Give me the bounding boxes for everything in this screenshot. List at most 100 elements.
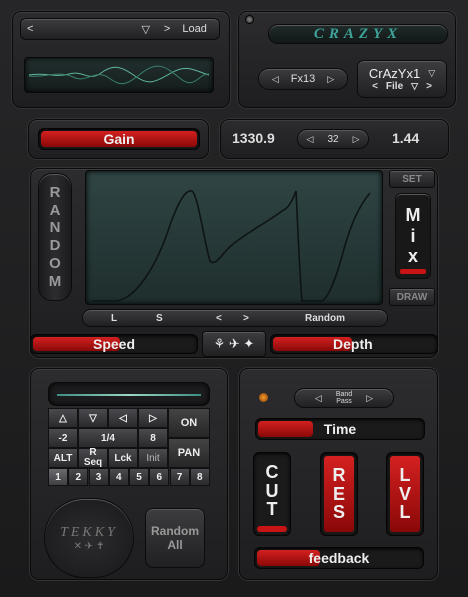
file-selector[interactable]: CrAzYx1 ▽ < File ▽ > [357,60,447,98]
fx-selector[interactable]: ◁ Fx13 ▷ [258,68,348,90]
seq-step-7-button[interactable]: 7 [169,468,190,486]
filter-led [259,393,268,402]
seq-quarter-button[interactable]: 1/4 [78,428,138,448]
seq-on-button[interactable]: ON [168,408,210,438]
stepper-next-button[interactable]: ▷ [353,134,360,145]
seq-right-button[interactable]: ▷ [138,408,168,428]
seq-step-5-button[interactable]: 5 [129,468,149,486]
logo-text: CRAZYX [313,25,403,42]
lvl-letter: V [398,483,411,504]
preset-selector[interactable]: < ▽ > Load [20,18,220,40]
band-prev-button[interactable]: ◁ [315,393,322,404]
speed-slider[interactable]: Speed [30,334,198,354]
random-letter: A [49,201,61,219]
depth-label: Depth [333,336,373,352]
seq-step-1-button[interactable]: 1 [48,468,68,486]
seq-step-2-button[interactable]: 2 [68,468,89,486]
seq-rseq-bottom: Seq [83,457,103,468]
random-side-button[interactable]: RANDOM [38,173,72,301]
tekky-figures: ✕ ✈ ✝ [73,540,105,552]
depth-slider[interactable]: Depth [270,334,438,354]
res-slider[interactable]: RES [320,452,358,536]
sequencer-grid: △ ▽ ◁ ▷ ON -2 1/4 8 ALT R Seq Lck Init P… [48,408,210,486]
set-button[interactable]: SET [389,170,435,188]
res-letter: E [332,483,345,504]
preset-prev-button[interactable]: < [27,23,33,35]
cut-letter: U [265,480,279,501]
fx-next-button[interactable]: ▷ [327,74,334,85]
file-prev-button[interactable]: < [372,81,378,92]
seq-pan-button[interactable]: PAN [168,438,210,468]
random-letter: R [49,183,61,201]
seq-step-6-button[interactable]: 6 [149,468,170,486]
envelope-prev-button[interactable]: < [216,313,222,324]
envelope-controls-bar: L S < > Random [82,309,388,327]
res-label: RES [321,453,357,535]
file-next-button[interactable]: > [426,81,432,92]
random-all-button[interactable]: Random All [145,508,205,568]
crazyx-plugin-window: < ▽ > Load CRAZYX ◁ Fx13 ▷ CrAzYx1 ▽ < F… [0,0,468,597]
cut-letter: T [266,499,278,520]
file-dropdown-icon[interactable]: ▽ [428,68,435,79]
figures-icon: ⚘ ✈ ✦ [213,336,255,351]
meter-line [57,394,201,396]
envelope-curve [92,190,371,302]
random-letter: M [48,272,62,290]
stepper-prev-button[interactable]: ◁ [307,134,314,145]
seq-alt-button[interactable]: ALT [48,448,78,468]
fx-value: Fx13 [290,73,316,85]
preset-next-button[interactable]: > [164,23,170,35]
feedback-slider[interactable]: feedback [254,547,424,569]
center-icon-button[interactable]: ⚘ ✈ ✦ [202,331,266,357]
random-letter: O [49,254,61,272]
lvl-slider[interactable]: LVL [386,452,424,536]
mix-slider[interactable]: Mix [395,193,431,279]
mix-label: Mix [405,204,421,267]
seq-init-button[interactable]: Init [138,448,168,468]
seq-left-button[interactable]: ◁ [108,408,138,428]
seq-up-button[interactable]: △ [48,408,78,428]
load-button[interactable]: Load [182,23,206,35]
waveform-graph [28,65,210,85]
seq-8-button[interactable]: 8 [138,428,168,448]
cut-slider[interactable]: CUT [253,452,291,536]
envelope-display[interactable] [85,170,383,305]
seq-step-3-button[interactable]: 3 [88,468,109,486]
envelope-random-button[interactable]: Random [305,313,345,324]
tekky-text: TEKKY [60,524,118,540]
fx-prev-button[interactable]: ◁ [272,74,279,85]
time-slider[interactable]: Time [255,418,425,440]
readout-value-2: 1.44 [392,130,420,146]
band-next-button[interactable]: ▷ [366,393,373,404]
stepper-value: 32 [327,133,339,145]
indicator-led [245,15,254,24]
random-letter: N [49,219,61,237]
seq-rseq-button[interactable]: R Seq [78,448,108,468]
lvl-label: LVL [387,453,423,535]
seq-lck-button[interactable]: Lck [108,448,138,468]
random-side-label: RANDOM [48,183,62,290]
seq-down-button[interactable]: ▽ [78,408,108,428]
envelope-l-button[interactable]: L [111,313,117,324]
band-line1: Band [335,391,353,398]
file-dropdown2-icon[interactable]: ▽ [411,81,418,92]
envelope-next-button[interactable]: > [243,313,249,324]
readout-value-1: 1330.9 [232,130,275,146]
draw-button[interactable]: DRAW [389,288,435,306]
random-letter: D [49,237,61,254]
lvl-letter: L [399,502,411,523]
seq-step-4-button[interactable]: 4 [108,468,129,486]
preset-dropdown-icon[interactable]: ▽ [141,23,149,36]
seq-step-8-button[interactable]: 8 [189,468,210,486]
envelope-s-button[interactable]: S [156,313,163,324]
gain-slider[interactable]: Gain [38,128,200,150]
res-letter: S [332,502,345,523]
draw-label: DRAW [396,291,428,303]
gain-label: Gain [103,131,135,147]
seq-minus2-button[interactable]: -2 [48,428,78,448]
time-label: Time [323,421,357,437]
mix-letter: M [405,204,421,225]
band-selector[interactable]: ◁ Band Pass ▷ [294,388,394,408]
file-label: File [385,81,404,92]
readout-stepper[interactable]: ◁ 32 ▷ [297,129,369,149]
